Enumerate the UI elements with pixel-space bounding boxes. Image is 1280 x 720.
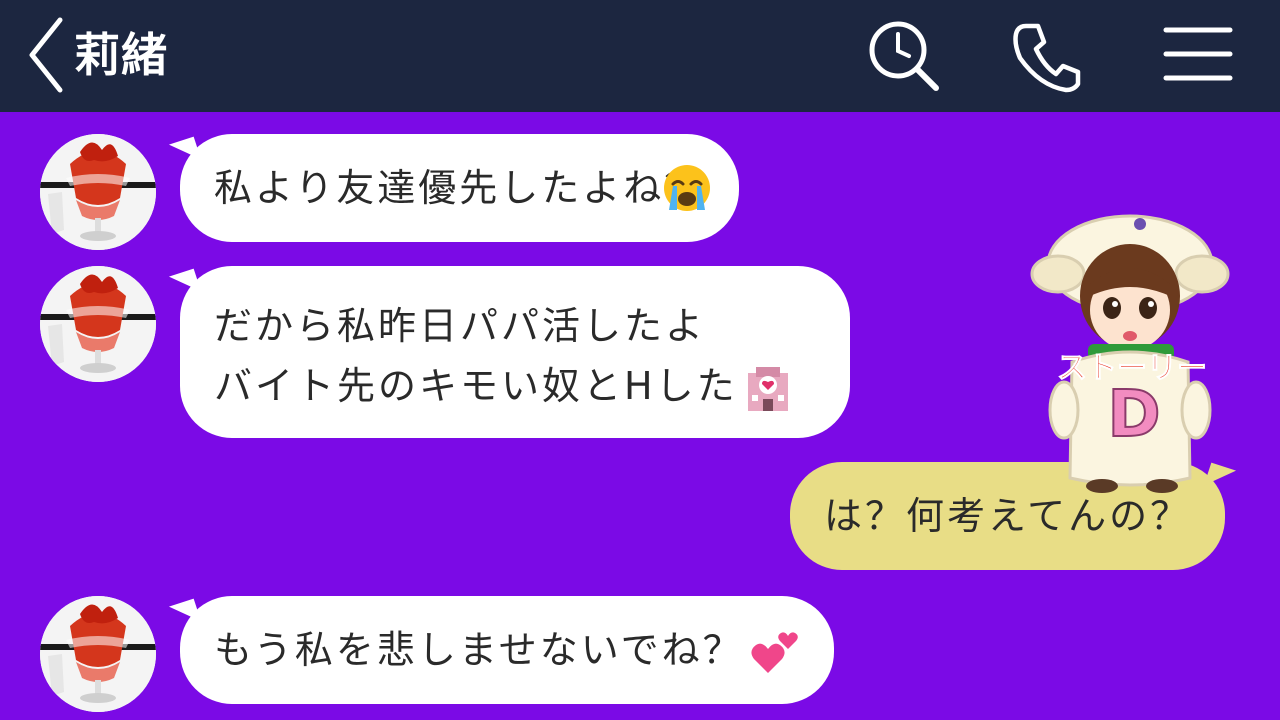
message-text-line-1: だから私昨日パパ活したよ [214, 304, 707, 348]
sheep-girl-sticker[interactable]: ストーリー D [1030, 212, 1230, 504]
message-text-line-2: バイト先のキモい奴とHした [214, 356, 816, 416]
message-bubble-incoming[interactable]: だから私昨日パパ活したよ バイト先のキモい奴とHした [180, 266, 850, 438]
chat-title: 莉緒 [74, 28, 168, 82]
menu-icon [1163, 27, 1233, 81]
phone-icon [1013, 23, 1081, 93]
menu-button[interactable] [1156, 14, 1240, 98]
two-hearts-emoji [748, 627, 800, 679]
search-button[interactable] [862, 14, 946, 98]
message-text-line-2-text: バイト先のキモい奴とHした [214, 364, 738, 408]
search-icon [869, 21, 939, 91]
crying-face-emoji [661, 162, 713, 214]
sticker-image: ストーリー D [1030, 214, 1230, 493]
chat-area[interactable]: 私より友達優先したよね？ だから私昨日パパ活したよ バイト先のキモい奴とHした [0, 112, 1280, 720]
parfait-avatar-image [40, 134, 156, 250]
message-bubble-incoming[interactable]: 私より友達優先したよね？ [180, 134, 740, 242]
parfait-avatar-image [40, 266, 156, 382]
contact-avatar[interactable] [40, 266, 156, 382]
message-bubble-incoming[interactable]: もう私を悲しませないでね？ [180, 596, 834, 704]
message-text: もう私を悲しませないでね？ [214, 624, 800, 679]
contact-avatar[interactable] [40, 596, 156, 712]
contact-avatar[interactable] [40, 134, 156, 250]
love-hotel-emoji [742, 363, 794, 415]
parfait-avatar-image [40, 596, 156, 712]
call-button[interactable] [1004, 14, 1088, 98]
chat-header: 莉緒 [0, 0, 1280, 112]
back-button[interactable] [22, 12, 70, 98]
back-chevron-icon [29, 17, 63, 93]
message-text: 私より友達優先したよね？ [214, 166, 706, 210]
message-text-content: もう私を悲しませないでね？ [214, 628, 744, 672]
sticker-letter: D [1107, 378, 1160, 452]
